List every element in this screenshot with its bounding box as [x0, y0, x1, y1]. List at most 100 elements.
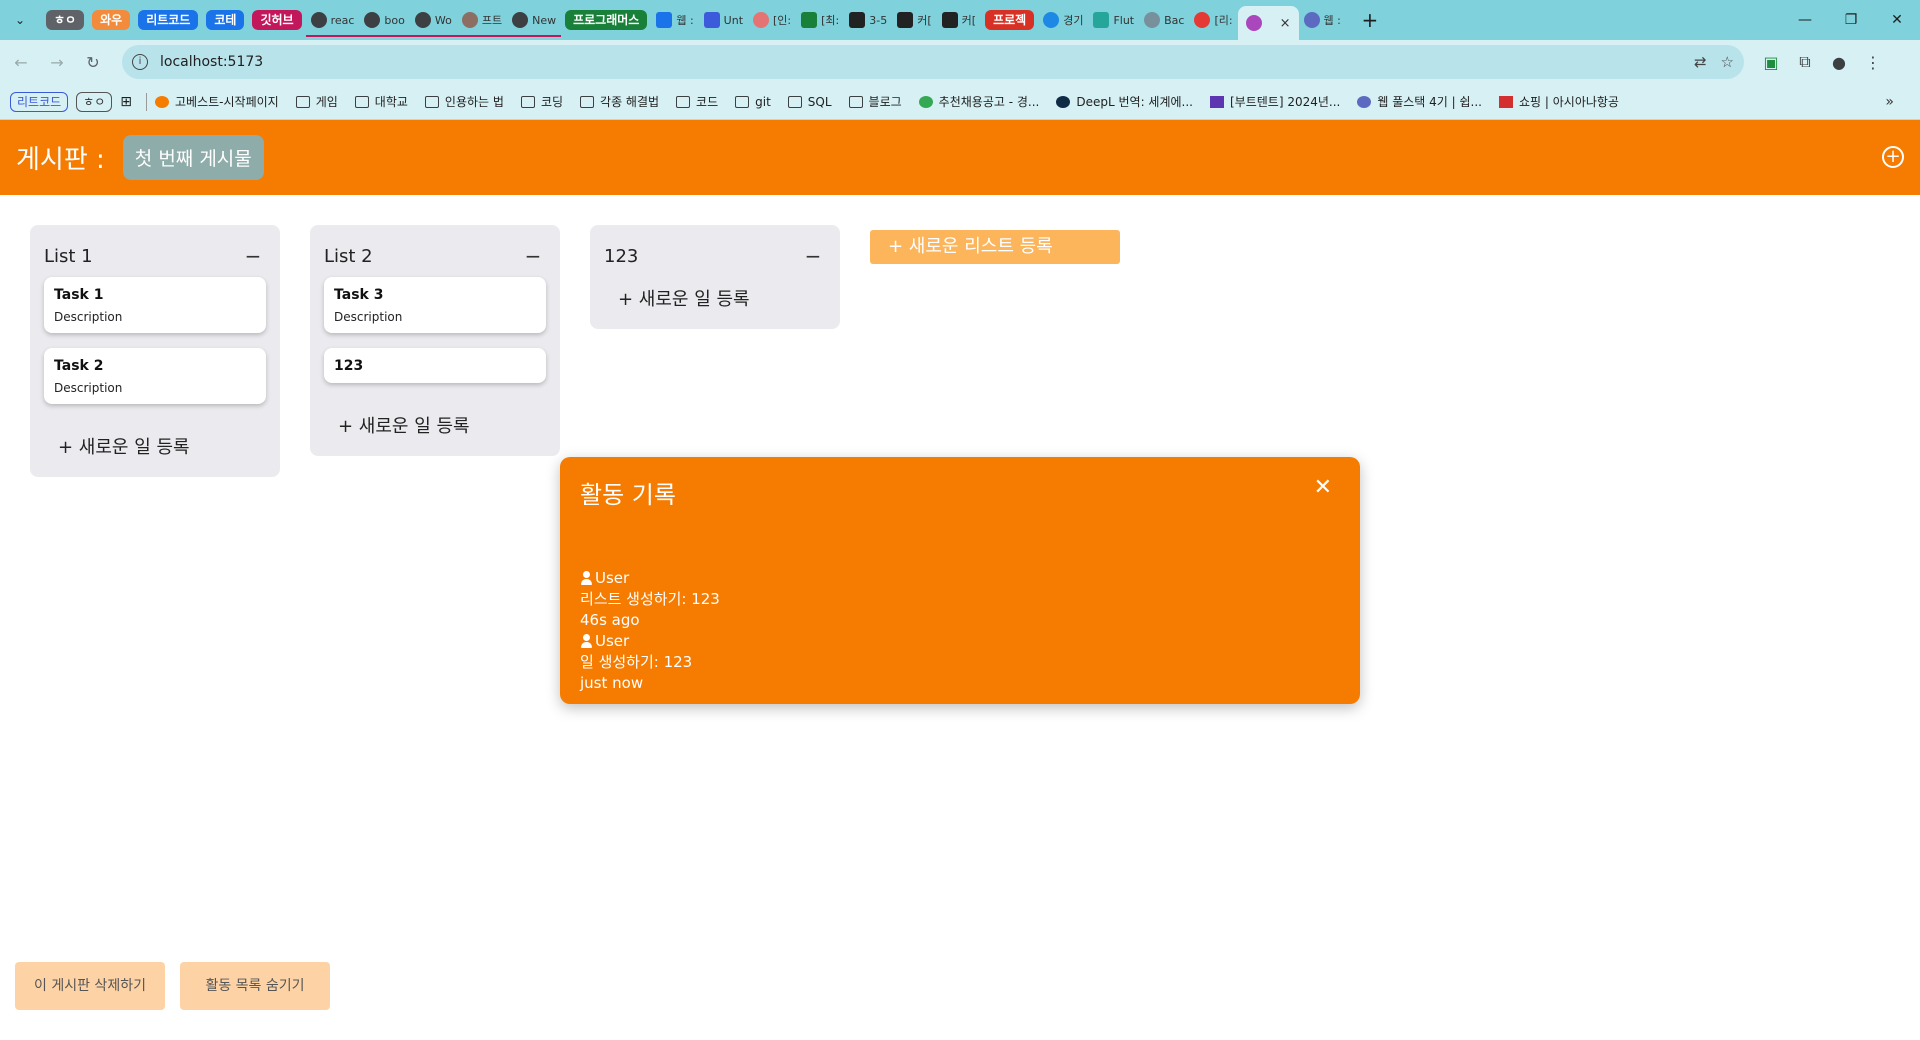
browser-tab[interactable]: [인: [748, 0, 796, 40]
bookmark-group-chip[interactable]: 리트코드 [10, 91, 69, 112]
tab-search-icon[interactable]: ⌄ [8, 8, 32, 32]
browser-tab[interactable]: 경기 [1038, 0, 1088, 40]
bookmark-folder[interactable]: 인용하는 법 [424, 93, 504, 110]
bookmark-folder[interactable]: 코드 [676, 93, 718, 110]
browser-tab[interactable]: 웹 : [651, 0, 698, 40]
board-name-chip[interactable]: 첫 번째 게시물 [122, 135, 264, 180]
reload-icon[interactable]: ↻ [78, 47, 108, 77]
forward-icon[interactable]: → [42, 47, 72, 77]
tab-group-project[interactable]: 프로젝 [981, 0, 1038, 40]
browser-tab-active[interactable]: × [1237, 6, 1299, 40]
hide-activity-button[interactable]: 활동 목록 숨기기 [180, 962, 330, 1010]
bookmark-folder[interactable]: 각종 해결법 [580, 93, 659, 110]
restore-icon[interactable]: ❐ [1828, 0, 1874, 40]
bookmark-item[interactable]: 추천채용공고 - 경... [918, 93, 1039, 110]
back-icon[interactable]: ← [6, 47, 36, 77]
site-icon [1043, 12, 1060, 28]
github-icon [310, 12, 327, 28]
browser-tab[interactable]: boo [359, 0, 410, 40]
translate-icon[interactable]: ⇄ [1694, 53, 1707, 71]
site-info-icon[interactable]: i [132, 54, 148, 70]
address-bar[interactable]: i localhost:5173 ⇄ ☆ [122, 45, 1744, 79]
bookmark-item[interactable]: DeepL 번역: 세계에... [1056, 93, 1193, 110]
apps-grid-icon[interactable]: ⊞ [120, 94, 132, 110]
add-list-button[interactable]: + 새로운 리스트 등록 [870, 230, 1120, 264]
browser-tab[interactable]: 커[ [892, 0, 936, 40]
tab-group-3[interactable]: 리트코드 [134, 0, 202, 40]
bookmark-folder[interactable]: 게임 [295, 93, 338, 110]
tab-group-programmers[interactable]: 프로그래머스 [561, 0, 651, 40]
app-icon [1498, 95, 1513, 108]
bookmark-star-icon[interactable]: ☆ [1721, 53, 1734, 71]
task-card[interactable]: 123 [324, 348, 546, 383]
app-icon [1209, 95, 1224, 108]
task-card[interactable]: Task 1 Description [44, 277, 266, 333]
browser-tab[interactable]: reac [305, 0, 360, 40]
browser-tab[interactable]: 커[ [937, 0, 981, 40]
plus-circle-icon[interactable]: + [1882, 146, 1904, 168]
browser-tab[interactable]: 웹 : [1299, 0, 1346, 40]
close-window-icon[interactable]: ✕ [1874, 0, 1920, 40]
folder-icon [354, 95, 369, 108]
list-column: List 2 − Task 3 Description 123 + 새로운 일 … [310, 225, 560, 456]
new-tab-button[interactable]: + [1356, 8, 1384, 32]
browser-tab[interactable]: Unt [699, 0, 748, 40]
browser-tab[interactable]: [최: [796, 0, 844, 40]
add-task-button[interactable]: + 새로운 일 등록 [324, 398, 546, 442]
tab-group-label: 프로그래머스 [565, 10, 648, 30]
bookmark-item[interactable]: [부트텐트] 2024년... [1209, 93, 1340, 110]
minimize-icon[interactable]: — [1782, 0, 1828, 40]
browser-tabstrip: ⌄ ㅎㅇ 와우 리트코드 코테 깃허브 reac boo Wo 프트 New 프… [0, 0, 1920, 40]
task-card[interactable]: Task 3 Description [324, 277, 546, 333]
bookmark-item[interactable]: 쇼핑 | 아시아나항공 [1498, 93, 1619, 110]
bookmark-item[interactable]: 웹 풀스택 4기 | 쉽... [1357, 93, 1482, 110]
browser-tab[interactable]: Flut [1088, 0, 1139, 40]
folder-icon [295, 95, 310, 108]
list-column: 123 − + 새로운 일 등록 [590, 225, 840, 329]
tab-group-5[interactable]: 깃허브 [248, 0, 305, 40]
bookmarks-more-icon[interactable]: » [1885, 94, 1894, 110]
bookmark-folder[interactable]: SQL [787, 95, 832, 109]
browser-toolbar: ← → ↻ i localhost:5173 ⇄ ☆ ▣ ⧉ ● ⋮ [0, 40, 1920, 84]
list-title[interactable]: 123 [604, 246, 638, 267]
tab-group-1[interactable]: ㅎㅇ [42, 0, 88, 40]
add-task-button[interactable]: + 새로운 일 등록 [604, 277, 826, 315]
minimize-list-icon[interactable]: − [240, 244, 266, 268]
activity-action: 리스트 생성하기: 123 [580, 590, 720, 608]
browser-tab[interactable]: [리: [1189, 0, 1237, 40]
add-task-button[interactable]: + 새로운 일 등록 [44, 419, 266, 463]
task-card[interactable]: Task 2 Description [44, 348, 266, 404]
minimize-list-icon[interactable]: − [800, 244, 826, 268]
folder-icon [520, 95, 535, 108]
close-icon[interactable]: ✕ [1314, 475, 1332, 500]
browser-tab[interactable]: 3-5 [844, 0, 892, 40]
bookmark-folder[interactable]: 대학교 [354, 93, 408, 110]
bookmark-item[interactable]: 고베스트-시작페이지 [155, 93, 279, 110]
bookmark-group-chip[interactable]: ㅎㅇ [76, 91, 113, 112]
github-icon [414, 12, 431, 28]
browser-tab[interactable]: Wo [409, 0, 457, 40]
tab-group-label: ㅎㅇ [46, 10, 85, 30]
minimize-list-icon[interactable]: − [520, 244, 546, 268]
bookmark-folder[interactable]: 코딩 [520, 93, 563, 110]
browser-tab[interactable]: 프트 [456, 0, 508, 40]
tab-close-icon[interactable]: × [1280, 16, 1291, 31]
extensions-puzzle-icon[interactable]: ⧉ [1788, 52, 1822, 72]
delete-board-button[interactable]: 이 게시판 삭제하기 [15, 962, 165, 1010]
profile-avatar-icon[interactable]: ● [1822, 53, 1856, 72]
bookmark-folder[interactable]: 블로그 [848, 93, 902, 110]
activity-user: User [595, 632, 630, 650]
list-title[interactable]: List 2 [324, 246, 373, 267]
browser-tab[interactable]: Bac [1139, 0, 1189, 40]
extension-screen-icon[interactable]: ▣ [1754, 53, 1788, 72]
url-text[interactable]: localhost:5173 [160, 54, 1680, 70]
tab-group-4[interactable]: 코테 [202, 0, 248, 40]
browser-tab[interactable]: New [507, 0, 562, 40]
heart-icon [1194, 12, 1211, 28]
list-title[interactable]: List 1 [44, 246, 93, 267]
site-icon [1093, 12, 1110, 28]
bookmark-folder[interactable]: git [735, 95, 771, 109]
site-icon [461, 12, 478, 28]
browser-menu-icon[interactable]: ⋮ [1856, 53, 1890, 72]
tab-group-2[interactable]: 와우 [88, 0, 134, 40]
